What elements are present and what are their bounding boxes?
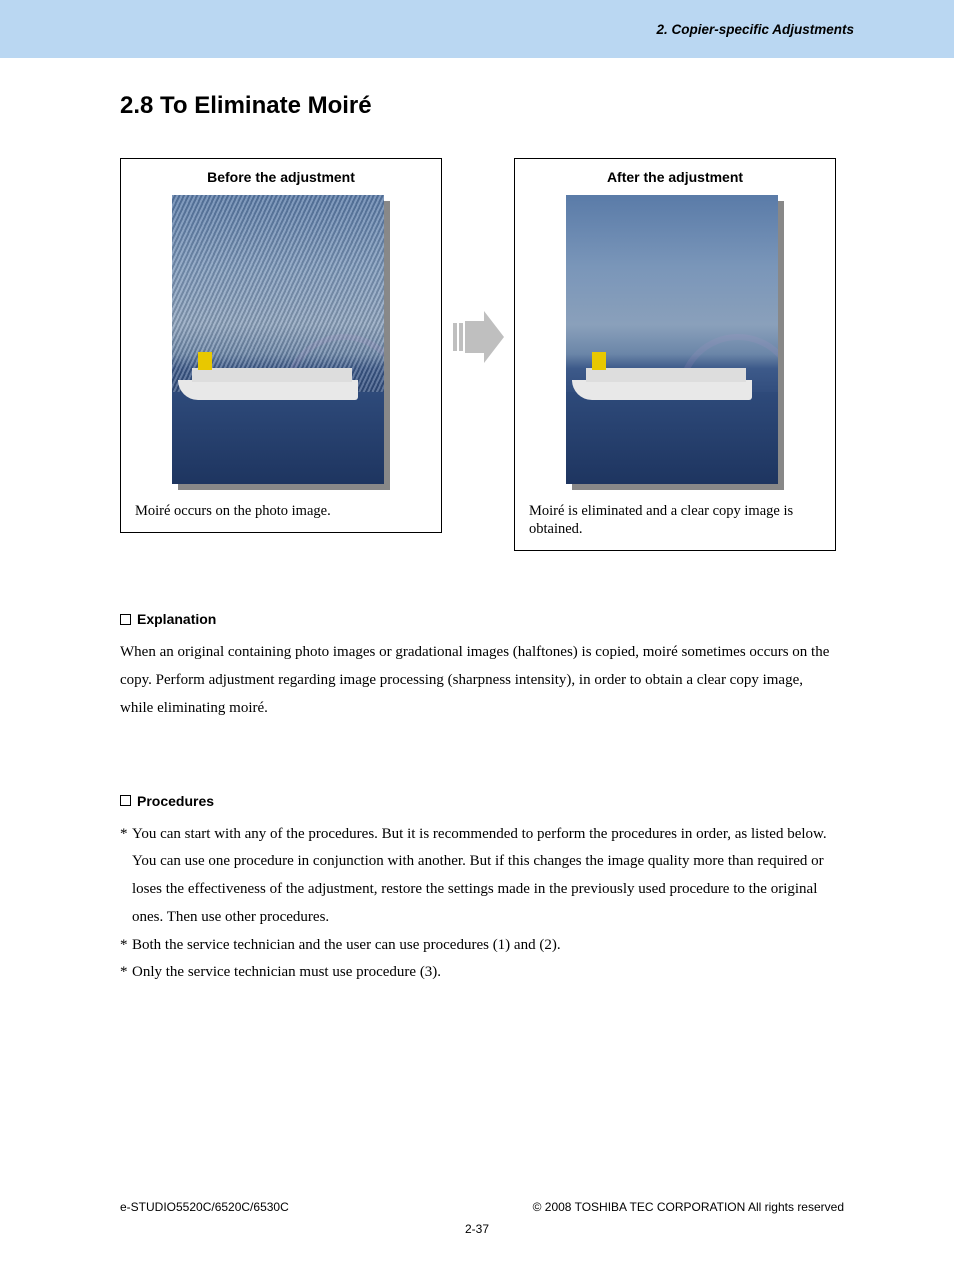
procedure-note: *Only the service technician must use pr…: [120, 959, 839, 987]
page-content: 2.8 To Eliminate Moiré Before the adjust…: [0, 58, 954, 987]
footer-model: e-STUDIO5520C/6520C/6530C: [120, 1200, 289, 1214]
before-image: [172, 195, 390, 490]
footer-copyright: © 2008 TOSHIBA TEC CORPORATION All right…: [533, 1200, 844, 1214]
page-number: 2-37: [0, 1222, 954, 1236]
procedures-heading: Procedures: [137, 793, 214, 809]
page-footer: e-STUDIO5520C/6520C/6530C © 2008 TOSHIBA…: [120, 1200, 844, 1214]
header-banner: 2. Copier-specific Adjustments: [0, 0, 954, 58]
procedure-note: *Both the service technician and the use…: [120, 932, 839, 960]
before-heading: Before the adjustment: [207, 169, 355, 185]
after-panel: After the adjustment Moiré is eliminated…: [514, 158, 836, 551]
before-panel: Before the adjustment Moiré occurs on th…: [120, 158, 442, 533]
before-caption: Moiré occurs on the photo image.: [135, 502, 427, 520]
comparison-row: Before the adjustment Moiré occurs on th…: [120, 158, 839, 551]
explanation-heading: Explanation: [137, 611, 216, 627]
procedure-note: *You can start with any of the procedure…: [120, 821, 839, 932]
after-caption: Moiré is eliminated and a clear copy ima…: [529, 502, 821, 538]
after-heading: After the adjustment: [607, 169, 743, 185]
explanation-section: Explanation When an original containing …: [120, 611, 839, 722]
bullet-square-icon: [120, 614, 131, 625]
section-title: 2.8 To Eliminate Moiré: [120, 92, 839, 120]
ship-photo-with-moire-icon: [172, 195, 384, 484]
explanation-body: When an original containing photo images…: [120, 639, 839, 722]
chapter-label: 2. Copier-specific Adjustments: [656, 22, 854, 37]
bullet-square-icon: [120, 795, 131, 806]
arrow-icon: [442, 158, 514, 515]
ship-photo-clear-icon: [566, 195, 778, 484]
after-image: [566, 195, 784, 490]
procedures-section: Procedures *You can start with any of th…: [120, 793, 839, 988]
